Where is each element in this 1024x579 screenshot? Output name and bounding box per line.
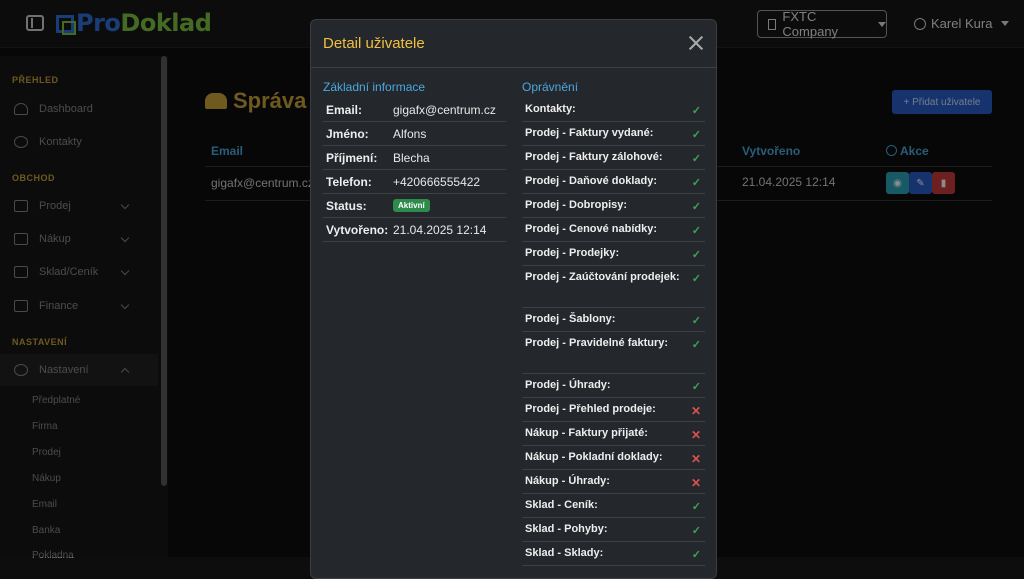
info-label: Vytvořeno:	[326, 222, 389, 237]
check-icon: ✓	[691, 525, 701, 537]
user-detail-modal: Detail uživatele Základní informace Oprá…	[310, 19, 717, 579]
permission-label: Sklad - Sklady:	[525, 547, 604, 559]
permission-label: Sklad - Pohyby:	[525, 523, 608, 535]
check-icon: ✓	[691, 225, 701, 237]
permission-row: Nákup - Faktury přijaté: ✕	[522, 422, 705, 446]
check-icon: ✓	[691, 105, 701, 117]
permission-label: Prodej - Daňové doklady:	[525, 175, 658, 187]
info-row: Jméno: Alfons	[323, 122, 506, 146]
cross-icon: ✕	[690, 476, 701, 490]
modal-title: Detail uživatele	[323, 35, 425, 52]
permission-label: Prodej - Faktury zálohové:	[525, 151, 663, 163]
cross-icon: ✕	[690, 428, 701, 442]
status-badge: Aktivní	[393, 199, 430, 212]
check-icon: ✓	[691, 153, 701, 165]
info-row: Telefon: +420666555422	[323, 170, 506, 194]
permission-row: Nákup - Pokladní doklady: ✕	[522, 446, 705, 470]
permission-label: Prodej - Šablony:	[525, 313, 616, 325]
permission-row: Prodej - Pravidelné faktury: ✓	[522, 332, 705, 374]
permission-row: Prodej - Zaúčtování prodejek: ✓	[522, 266, 705, 308]
check-icon: ✓	[691, 273, 701, 285]
permission-row: Prodej - Prodejky: ✓	[522, 242, 705, 266]
permission-label: Prodej - Dobropisy:	[525, 199, 628, 211]
info-row: Email: gigafx@centrum.cz	[323, 98, 506, 122]
check-icon: ✓	[691, 381, 701, 393]
info-label: Telefon:	[326, 174, 372, 189]
permission-label: Prodej - Cenové nabídky:	[525, 223, 658, 235]
permission-label: Nákup - Pokladní doklady:	[525, 451, 663, 463]
info-row: Vytvořeno: 21.04.2025 12:14	[323, 218, 506, 242]
check-icon: ✓	[691, 549, 701, 561]
basic-info-title: Základní informace	[323, 80, 426, 94]
check-icon: ✓	[691, 339, 701, 351]
info-label: Příjmení:	[326, 150, 378, 165]
permission-row: Sklad - Sklady: ✓	[522, 542, 705, 566]
modal-header: Detail uživatele	[311, 20, 716, 68]
permission-row: Sklad - Ceník: ✓	[522, 494, 705, 518]
permission-label: Prodej - Přehled prodeje:	[525, 403, 656, 415]
permission-row: Kontakty: ✓	[522, 98, 705, 122]
info-value: Blecha	[393, 150, 430, 165]
info-label: Jméno:	[326, 126, 369, 141]
permission-row: Prodej - Přehled prodeje: ✕	[522, 398, 705, 422]
permission-label: Nákup - Faktury přijaté:	[525, 427, 648, 439]
check-icon: ✓	[691, 315, 701, 327]
info-value: +420666555422	[393, 174, 481, 189]
permission-row: Prodej - Úhrady: ✓	[522, 374, 705, 398]
permission-label: Prodej - Pravidelné faktury:	[525, 337, 669, 349]
permission-row: Prodej - Dobropisy: ✓	[522, 194, 705, 218]
permission-label: Prodej - Faktury vydané:	[525, 127, 654, 139]
info-row: Status: Aktivní	[323, 194, 506, 218]
check-icon: ✓	[691, 501, 701, 513]
permission-row: Prodej - Daňové doklady: ✓	[522, 170, 705, 194]
info-row: Příjmení: Blecha	[323, 146, 506, 170]
info-label: Status:	[326, 198, 367, 213]
cross-icon: ✕	[690, 404, 701, 418]
info-value: Alfons	[393, 126, 427, 141]
permission-label: Nákup - Úhrady:	[525, 475, 610, 487]
permission-row: Prodej - Cenové nabídky: ✓	[522, 218, 705, 242]
check-icon: ✓	[691, 201, 701, 213]
info-label: Email:	[326, 102, 363, 117]
check-icon: ✓	[691, 249, 701, 261]
permission-label: Prodej - Zaúčtování prodejek:	[525, 271, 680, 283]
info-value: 21.04.2025 12:14	[393, 222, 487, 237]
check-icon: ✓	[691, 177, 701, 189]
permission-row: Sklad - Pohyby: ✓	[522, 518, 705, 542]
permissions-title: Oprávnění	[522, 80, 579, 94]
permission-label: Prodej - Prodejky:	[525, 247, 620, 259]
permission-label: Kontakty:	[525, 103, 576, 115]
permission-row: Nákup - Úhrady: ✕	[522, 470, 705, 494]
permission-label: Sklad - Ceník:	[525, 499, 598, 511]
close-icon[interactable]	[688, 35, 704, 51]
info-value: gigafx@centrum.cz	[393, 102, 496, 117]
permission-row: Prodej - Faktury vydané: ✓	[522, 122, 705, 146]
permission-label: Prodej - Úhrady:	[525, 379, 611, 391]
permission-row: Prodej - Faktury zálohové: ✓	[522, 146, 705, 170]
cross-icon: ✕	[690, 452, 701, 466]
check-icon: ✓	[691, 129, 701, 141]
permission-row: Prodej - Šablony: ✓	[522, 308, 705, 332]
